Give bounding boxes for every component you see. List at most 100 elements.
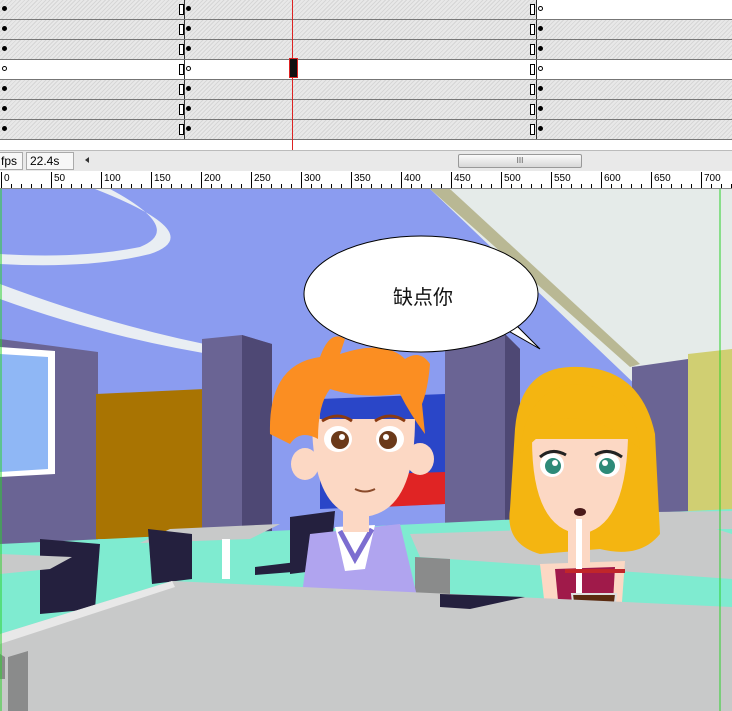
keyframe-dot[interactable] [538, 46, 543, 51]
timeline-layer-row[interactable] [0, 120, 732, 140]
keyframe-dot[interactable] [2, 86, 7, 91]
keyframe-dot[interactable] [2, 46, 7, 51]
ruler-tick [481, 184, 482, 188]
playhead-frame-marker[interactable] [289, 58, 298, 78]
keyframe-end-marker[interactable] [530, 84, 535, 95]
ruler-tick [461, 184, 462, 188]
timeline-panel [0, 0, 732, 150]
timeline-layer-row[interactable] [0, 60, 732, 80]
ruler-tick [511, 184, 512, 188]
yellow-wall [688, 349, 732, 519]
keyframe-dot[interactable] [538, 66, 543, 71]
speech-bubble[interactable]: 缺点你 [303, 235, 541, 353]
keyframe-divider [184, 120, 185, 139]
ruler-label: 350 [354, 173, 371, 184]
keyframe-dot[interactable] [186, 26, 191, 31]
ruler-label: 100 [104, 173, 121, 184]
keyframe-dot[interactable] [186, 126, 191, 131]
ruler-tick [601, 172, 602, 188]
ruler-tick [91, 184, 92, 188]
ruler-tick [331, 184, 332, 188]
timeline-layer-row[interactable] [0, 20, 732, 40]
ruler-tick [711, 184, 712, 188]
ruler-label: 600 [604, 173, 621, 184]
keyframe-divider [184, 80, 185, 99]
keyframe-dot[interactable] [186, 106, 191, 111]
ruler-label: 50 [54, 173, 66, 184]
keyframe-dot[interactable] [2, 6, 7, 11]
ruler-tick [211, 184, 212, 188]
ruler-label: 300 [304, 173, 321, 184]
ruler-tick [321, 184, 322, 188]
keyframe-end-marker[interactable] [530, 64, 535, 75]
keyframe-dot[interactable] [2, 126, 7, 131]
ruler-tick [101, 172, 102, 188]
keyframe-end-marker[interactable] [530, 24, 535, 35]
ruler-label: 200 [204, 173, 221, 184]
ruler-tick [591, 184, 592, 188]
ruler-tick [201, 172, 202, 188]
ruler-tick [641, 184, 642, 188]
window-glass [0, 354, 48, 472]
ruler-tick [341, 184, 342, 188]
keyframe-dot[interactable] [2, 26, 7, 31]
ruler-label: 400 [404, 173, 421, 184]
horizontal-scrollbar-thumb[interactable]: III [458, 154, 582, 168]
keyframe-dot[interactable] [2, 66, 7, 71]
keyframe-divider [536, 60, 537, 79]
ruler-tick [571, 184, 572, 188]
ruler-label: 650 [654, 173, 671, 184]
keyframe-dot[interactable] [538, 126, 543, 131]
keyframe-dot[interactable] [538, 26, 543, 31]
speech-bubble-text: 缺点你 [393, 285, 453, 309]
ruler-tick [581, 184, 582, 188]
ruler-tick [261, 184, 262, 188]
keyframe-end-marker[interactable] [530, 104, 535, 115]
ruler-tick [621, 184, 622, 188]
keyframe-divider [184, 40, 185, 59]
timeline-layer-row[interactable] [0, 100, 732, 120]
timeline-layer-row[interactable] [0, 0, 732, 20]
keyframe-dot[interactable] [538, 106, 543, 111]
ruler-tick [291, 184, 292, 188]
ruler-tick [471, 184, 472, 188]
keyframe-divider [184, 60, 185, 79]
stage-canvas[interactable]: 缺点你 [0, 189, 732, 711]
ruler-tick [531, 184, 532, 188]
ruler-tick [281, 184, 282, 188]
ruler-label: 150 [154, 173, 171, 184]
keyframe-dot[interactable] [186, 66, 191, 71]
triangle-left-icon[interactable] [80, 153, 94, 167]
brown-wall-panel [96, 389, 205, 539]
keyframe-divider [536, 120, 537, 139]
timeline-layer-row[interactable] [0, 40, 732, 60]
ruler-tick [221, 184, 222, 188]
ruler-tick [271, 184, 272, 188]
ruler-tick [131, 184, 132, 188]
ruler-tick [251, 172, 252, 188]
keyframe-dot[interactable] [538, 86, 543, 91]
ruler-tick [451, 172, 452, 188]
elapsed-time-display: 22.4s [26, 152, 74, 170]
ruler-tick [651, 172, 652, 188]
ruler-tick [661, 184, 662, 188]
ruler-label: 700 [704, 173, 721, 184]
keyframe-end-marker[interactable] [530, 124, 535, 135]
fps-display: fps [0, 152, 23, 170]
ruler-tick [611, 184, 612, 188]
timeline-layer-row[interactable] [0, 80, 732, 100]
timeline-statusbar: fps 22.4s III [0, 150, 732, 172]
keyframe-dot[interactable] [186, 86, 191, 91]
keyframe-divider [536, 100, 537, 119]
ruler-tick [111, 184, 112, 188]
keyframe-dot[interactable] [2, 106, 7, 111]
keyframe-end-marker[interactable] [530, 4, 535, 15]
keyframe-dot[interactable] [538, 6, 543, 11]
ruler-tick [401, 172, 402, 188]
ruler-tick [151, 172, 152, 188]
ruler-tick [351, 172, 352, 188]
keyframe-dot[interactable] [186, 6, 191, 11]
ruler-tick [501, 172, 502, 188]
keyframe-end-marker[interactable] [530, 44, 535, 55]
keyframe-dot[interactable] [186, 46, 191, 51]
